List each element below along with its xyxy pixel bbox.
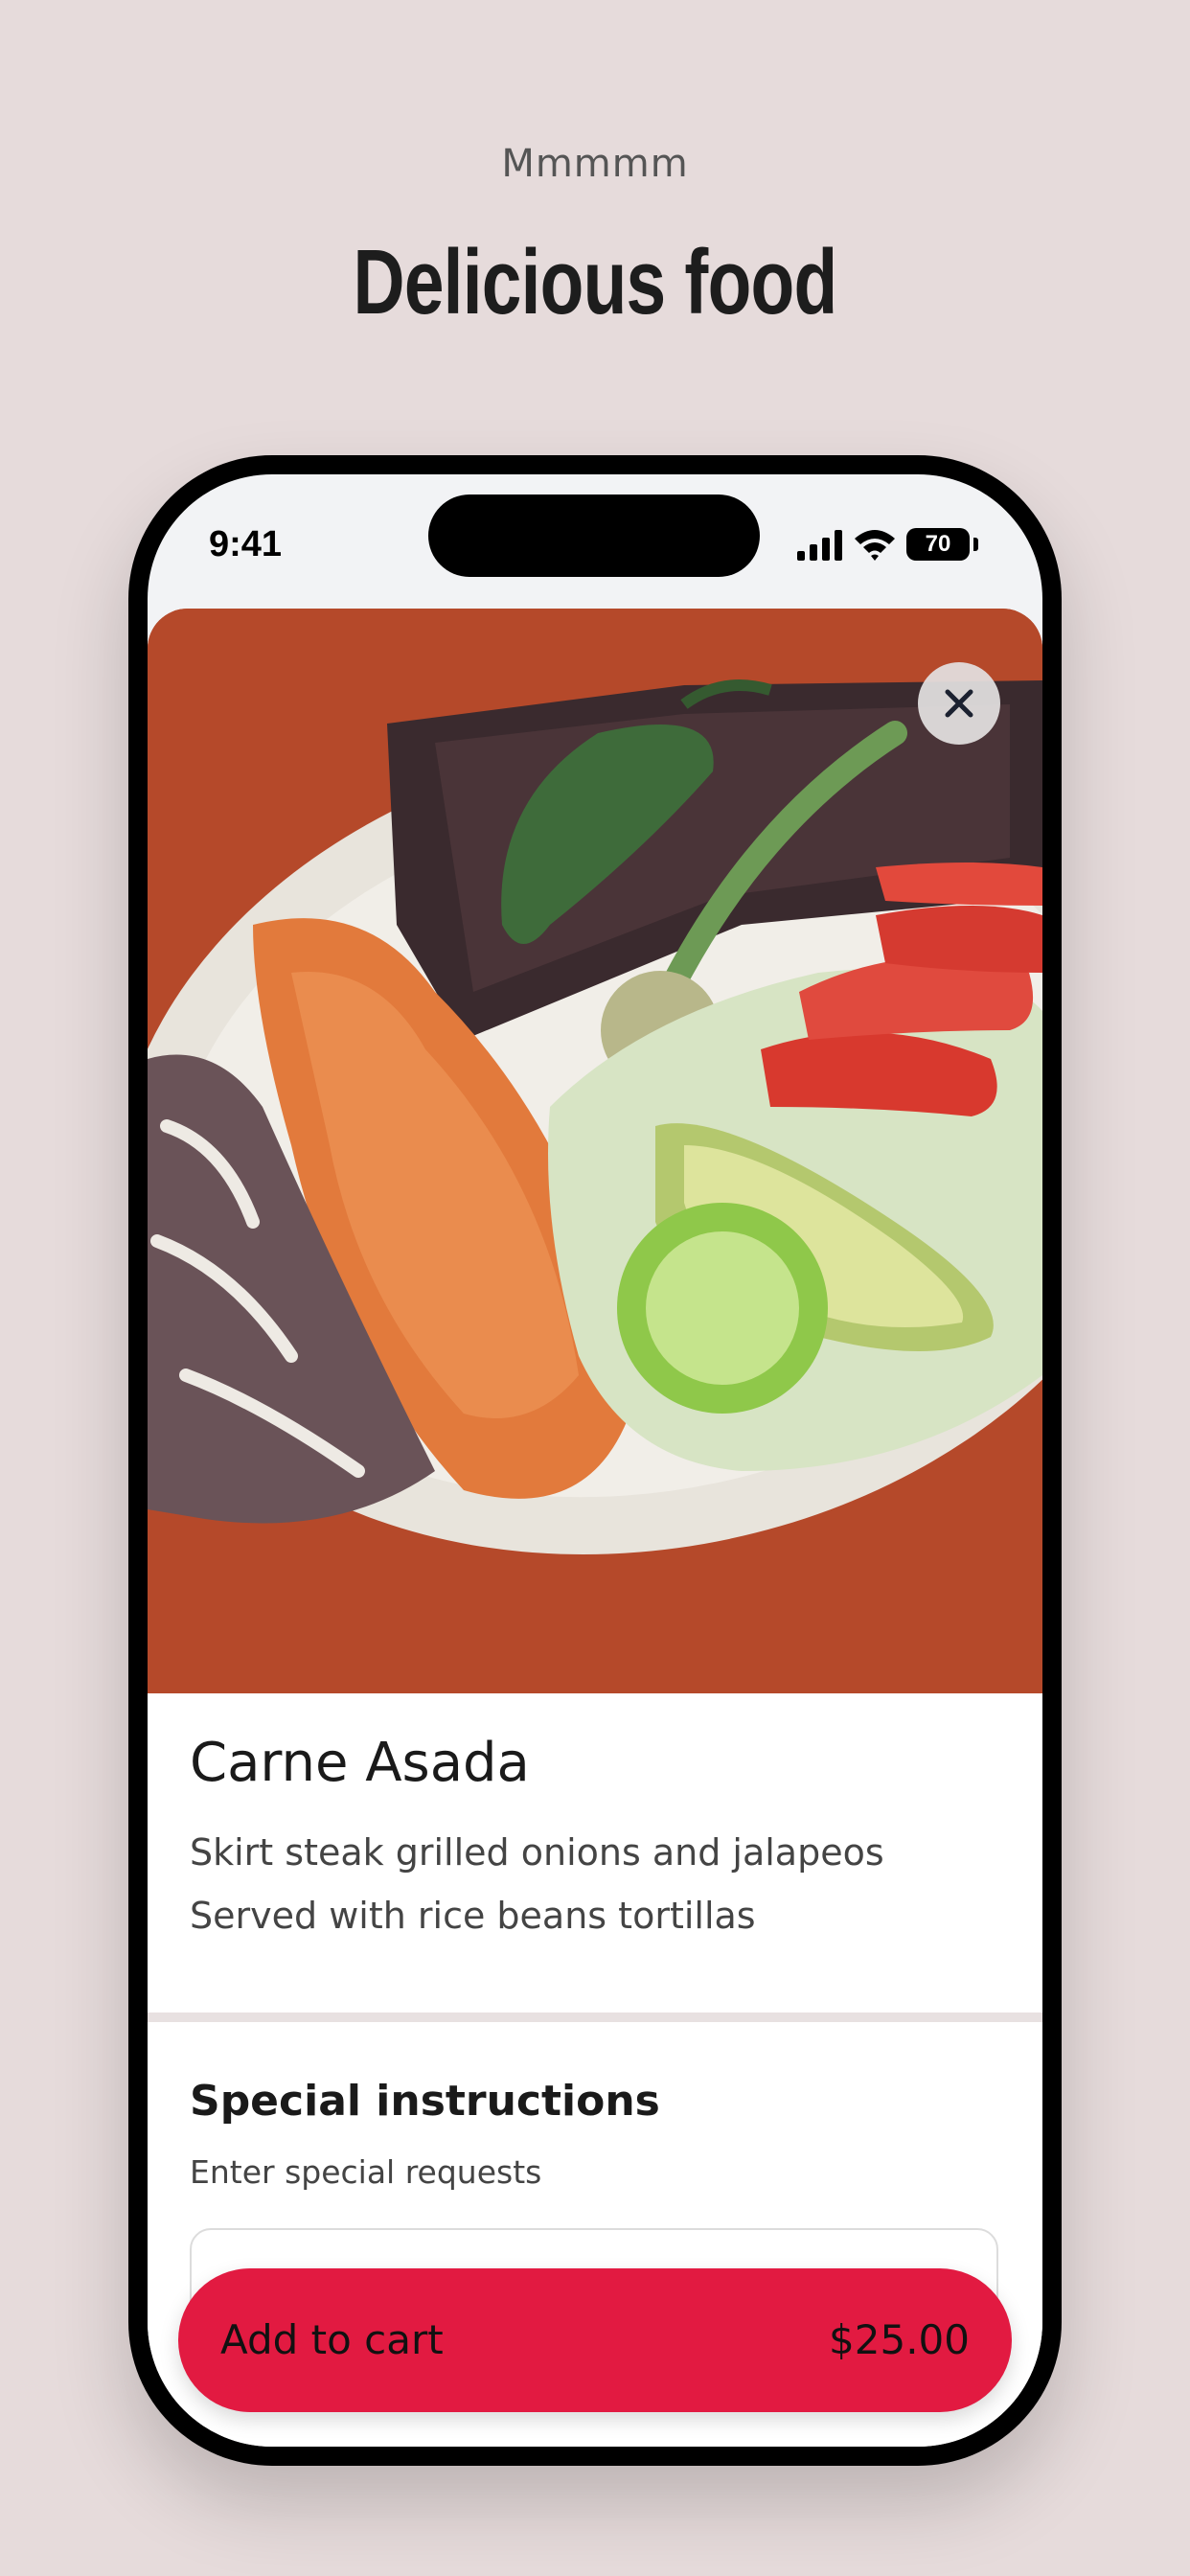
wifi-icon [855, 530, 895, 561]
eyebrow-text: Mmmmm [501, 142, 689, 186]
status-time: 9:41 [209, 524, 283, 564]
item-name: Carne Asada [190, 1732, 530, 1794]
item-description-line-2: Served with rice beans tortillas [190, 1895, 756, 1937]
item-description-line-1: Skirt steak grilled onions and jalapeos [190, 1831, 884, 1874]
close-button[interactable] [918, 662, 1000, 745]
phone-frame: 9:41 70 Carne Asada Skirt steak grilled … [128, 455, 1062, 2466]
dynamic-island [428, 494, 760, 577]
add-to-cart-label: Add to cart [220, 2316, 444, 2363]
page-title: Delicious food [353, 231, 838, 334]
food-photo [148, 609, 1042, 1693]
signal-icon [797, 530, 842, 561]
phone-screen: 9:41 70 Carne Asada Skirt steak grilled … [148, 474, 1042, 2447]
special-instructions-hint: Enter special requests [190, 2153, 542, 2191]
section-divider [148, 2012, 1042, 2022]
close-icon [945, 689, 973, 718]
battery-icon: 70 [906, 528, 970, 561]
battery-cap [973, 538, 978, 551]
add-to-cart-button[interactable]: Add to cart $25.00 [178, 2268, 1012, 2412]
special-instructions-title: Special instructions [190, 2077, 660, 2126]
item-detail-sheet: Carne Asada Skirt steak grilled onions a… [148, 609, 1042, 2447]
status-bar: 9:41 70 [148, 474, 1042, 589]
cart-price: $25.00 [829, 2316, 970, 2363]
